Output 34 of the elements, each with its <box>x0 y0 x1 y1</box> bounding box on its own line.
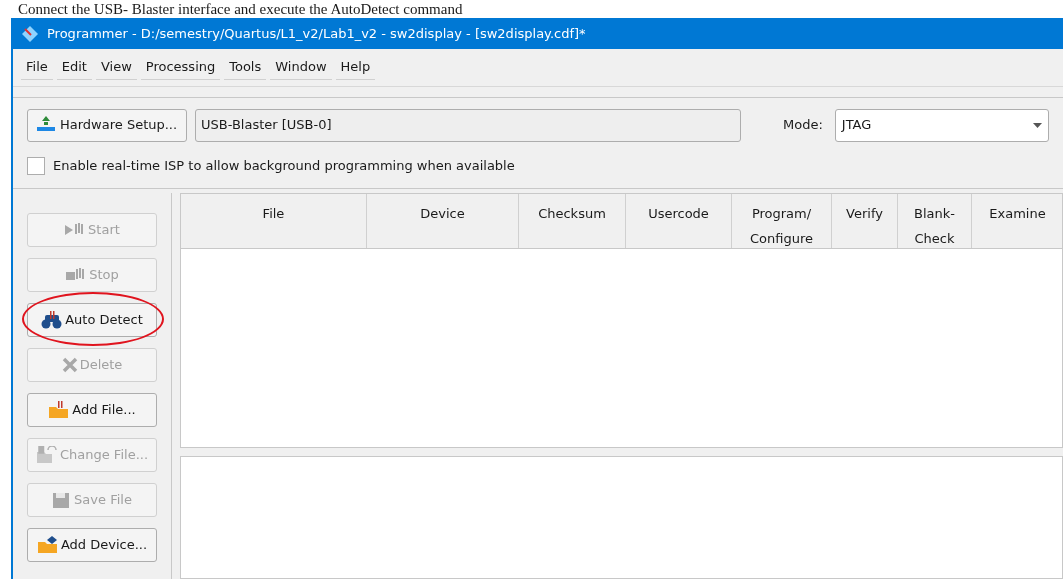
column-header[interactable]: Examine <box>972 193 1063 248</box>
column-header[interactable]: Blank- Check <box>898 193 972 248</box>
menu-item[interactable]: Tools <box>224 55 267 80</box>
action-button[interactable]: Auto Detect <box>27 302 157 337</box>
window-title: Programmer - D:/semestry/Quartus/L1_v2/Lab1_v2 - sw2display - [sw2display.cdf]* <box>47 24 586 43</box>
binoculars-icon <box>41 310 64 329</box>
x-icon <box>61 356 78 373</box>
column-header[interactable]: Usercode <box>626 193 732 248</box>
column-header[interactable]: Device <box>367 193 519 248</box>
action-button[interactable]: Add File... <box>27 392 157 427</box>
action-button[interactable]: Add Device... <box>27 527 157 562</box>
menu-item[interactable]: Processing <box>140 55 221 80</box>
app-logo-icon <box>21 24 39 43</box>
hardware-setup-button[interactable]: Hardware Setup... <box>27 108 187 142</box>
column-header[interactable]: Verify <box>832 193 898 248</box>
caret-icon <box>1033 122 1042 128</box>
caption-text: Connect the USB- Blaster interface and execute the AutoDetect command <box>17 0 464 18</box>
menu-item[interactable]: Window <box>270 55 332 80</box>
change-file-icon <box>35 445 58 464</box>
menu-item[interactable]: View <box>95 55 137 80</box>
hardware-icon <box>36 116 56 134</box>
hardware-field: USB-Blaster [USB-0] <box>195 108 741 142</box>
menu-item[interactable]: Edit <box>56 55 92 80</box>
column-header[interactable]: File <box>181 193 367 248</box>
mode-label: Mode: <box>783 116 823 135</box>
menu-item[interactable]: Help <box>335 55 376 80</box>
menu-item[interactable]: File <box>21 55 53 80</box>
folder-icon <box>48 400 71 419</box>
isp-label: Enable real-time ISP to allow background programming when available <box>53 157 515 175</box>
column-header[interactable]: Checksum <box>519 193 626 248</box>
isp-checkbox[interactable] <box>27 156 45 175</box>
folder-icon <box>36 535 59 554</box>
mode-dropdown[interactable]: JTAG <box>834 108 1049 142</box>
column-header[interactable]: Program/ Configure <box>732 193 832 248</box>
